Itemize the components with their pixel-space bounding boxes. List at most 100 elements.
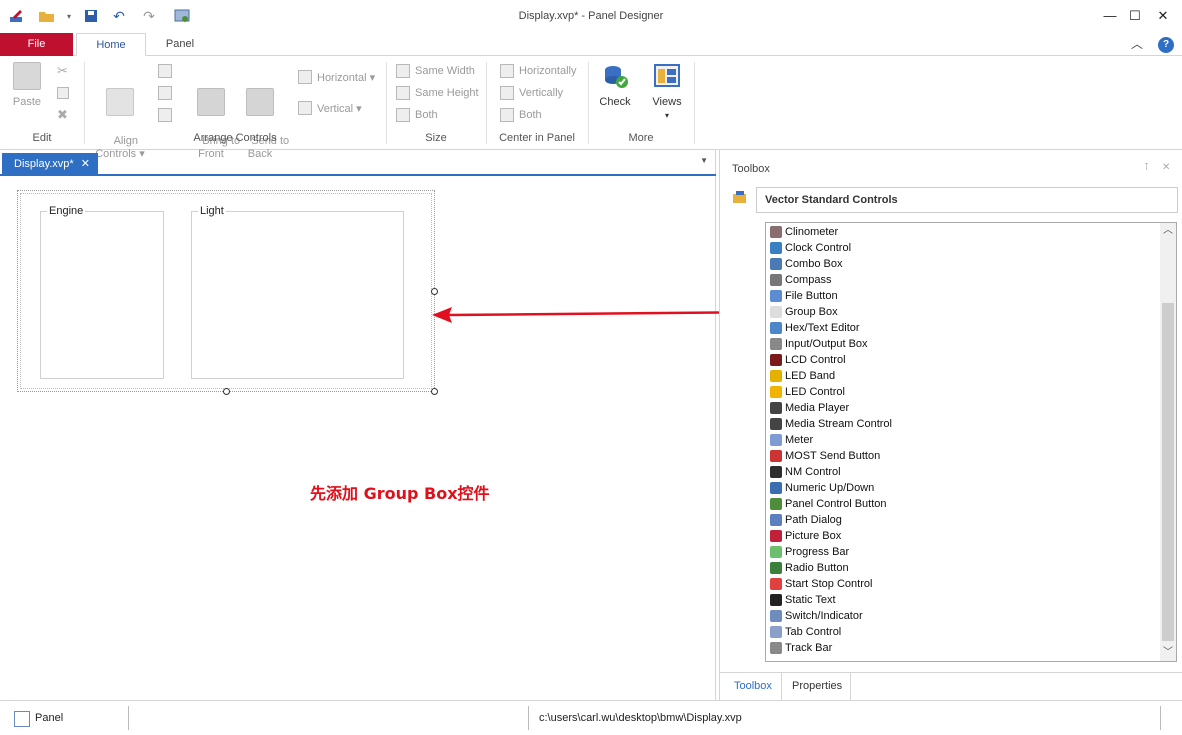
control-icon (770, 498, 782, 510)
toolbox-item-label: LCD Control (785, 354, 846, 366)
toolbox-item[interactable]: Hex/Text Editor (770, 320, 860, 336)
toolbox-item-label: Combo Box (785, 258, 843, 270)
toolbox-item-label: MOST Send Button (785, 450, 881, 462)
control-icon (770, 370, 782, 382)
control-icon (770, 386, 782, 398)
toolbox-item-label: Input/Output Box (785, 338, 868, 350)
toolbox-item-label: File Button (785, 290, 838, 302)
status-mode: Panel (35, 712, 64, 724)
control-icon (770, 642, 782, 654)
toolbox-item[interactable]: Start Stop Control (770, 576, 872, 592)
toolbox-item-label: LED Control (785, 386, 845, 398)
toolbox-item[interactable]: LED Band (770, 368, 835, 384)
status-bar: Panel c:\users\carl.wu\desktop\bmw\Displ… (0, 700, 1182, 735)
control-icon (770, 322, 782, 334)
scroll-down-icon[interactable]: ﹀ (1160, 645, 1176, 661)
toolbox-item-label: Meter (785, 434, 814, 446)
toolbox-item[interactable]: Radio Button (770, 560, 849, 576)
toolbox-item[interactable]: File Button (770, 288, 838, 304)
toolbox-item[interactable]: Clinometer (770, 224, 838, 240)
tab-properties[interactable]: Properties (792, 680, 842, 692)
toolbox-item[interactable]: Meter (770, 432, 813, 448)
control-icon (770, 466, 782, 478)
control-icon (770, 530, 782, 542)
toolbox-item[interactable]: Progress Bar (770, 544, 849, 560)
separator (1160, 706, 1161, 730)
control-icon (770, 626, 782, 638)
separator (128, 706, 129, 730)
toolbox-tabs: Toolbox Properties (720, 672, 1182, 700)
control-icon (770, 562, 782, 574)
toolbox-item[interactable]: Input/Output Box (770, 336, 868, 352)
toolbox-item-label: Progress Bar (785, 546, 850, 558)
toolbox-list: Clinometer Clock Control Combo Box Compass F… (765, 222, 1177, 662)
control-icon (770, 594, 782, 606)
separator (850, 673, 851, 700)
control-icon (770, 578, 782, 590)
control-icon (770, 514, 782, 526)
toolbox-title: Toolbox (732, 163, 770, 175)
control-icon (770, 482, 782, 494)
toolbox-item-label: Start Stop Control (785, 578, 873, 590)
toolbox-item-label: Hex/Text Editor (785, 322, 860, 334)
toolbox-item[interactable]: Path Dialog (770, 512, 842, 528)
control-icon (770, 546, 782, 558)
toolbox-item[interactable]: Combo Box (770, 256, 842, 272)
toolbox-item-label: Clinometer (785, 226, 839, 238)
control-icon (770, 338, 782, 350)
control-icon (770, 450, 782, 462)
control-icon (770, 434, 782, 446)
toolbox-item-label: Group Box (785, 306, 838, 318)
tab-toolbox[interactable]: Toolbox (734, 680, 772, 692)
control-icon (770, 418, 782, 430)
toolbox-item[interactable]: Static Text (770, 592, 836, 608)
toolbox-item[interactable]: Switch/Indicator (770, 608, 863, 624)
control-icon (770, 258, 782, 270)
toolbox-item[interactable]: Media Player (770, 400, 849, 416)
toolbox-item[interactable]: Picture Box (770, 528, 841, 544)
toolbox-panel: Toolbox ⊺ ✕ Vector Standard Controls Cli… (719, 150, 1182, 700)
control-icon (770, 354, 782, 366)
scroll-up-icon[interactable]: ︿ (1160, 223, 1176, 239)
toolbox-item[interactable]: Track Bar (770, 640, 832, 656)
control-icon (770, 306, 782, 318)
toolbox-item[interactable]: Numeric Up/Down (770, 480, 874, 496)
toolbox-item-label: LED Band (785, 370, 836, 382)
control-icon (770, 226, 782, 238)
panel-icon (14, 711, 30, 727)
toolbox-item[interactable]: MOST Send Button (770, 448, 880, 464)
separator (528, 706, 529, 730)
close-panel-icon[interactable]: ✕ (1162, 162, 1170, 173)
pin-icon[interactable]: ⊺ (1144, 162, 1149, 173)
toolbox-item[interactable]: LED Control (770, 384, 845, 400)
toolbox-item-label: Numeric Up/Down (785, 482, 875, 494)
toolbox-item[interactable]: Compass (770, 272, 831, 288)
toolbox-item[interactable]: Tab Control (770, 624, 841, 640)
toolbox-item-label: Radio Button (785, 562, 849, 574)
toolbox-item[interactable]: Panel Control Button (770, 496, 887, 512)
scroll-thumb[interactable] (1162, 303, 1174, 641)
toolbox-item-label: Panel Control Button (785, 498, 887, 510)
toolbox-item-label: NM Control (785, 466, 841, 478)
separator (781, 673, 782, 700)
toolbox-item[interactable]: NM Control (770, 464, 841, 480)
toolbox-item-label: Media Stream Control (785, 418, 892, 430)
toolbox-item-label: Static Text (785, 594, 836, 606)
toolbox-item[interactable]: LCD Control (770, 352, 846, 368)
control-icon (770, 402, 782, 414)
toolbox-item[interactable]: Clock Control (770, 240, 851, 256)
toolbox-scrollbar[interactable]: ︿ ﹀ (1160, 223, 1176, 661)
toolbox-item[interactable]: Media Stream Control (770, 416, 892, 432)
toolbox-item-label: Path Dialog (785, 514, 842, 526)
toolbox-item-label: Media Player (785, 402, 850, 414)
toolbox-item-label: Clock Control (785, 242, 852, 254)
toolbox-category-header[interactable]: Vector Standard Controls (756, 187, 1178, 213)
toolbox-category-icon[interactable] (732, 190, 748, 207)
control-icon (770, 610, 782, 622)
toolbox-item-label: Tab Control (785, 626, 842, 638)
toolbox-item-label: Switch/Indicator (785, 610, 863, 622)
toolbox-item-label: Track Bar (785, 642, 833, 654)
toolbox-item[interactable]: Group Box (770, 304, 838, 320)
control-icon (770, 290, 782, 302)
status-path: c:\users\carl.wu\desktop\bmw\Display.xvp (539, 712, 742, 724)
